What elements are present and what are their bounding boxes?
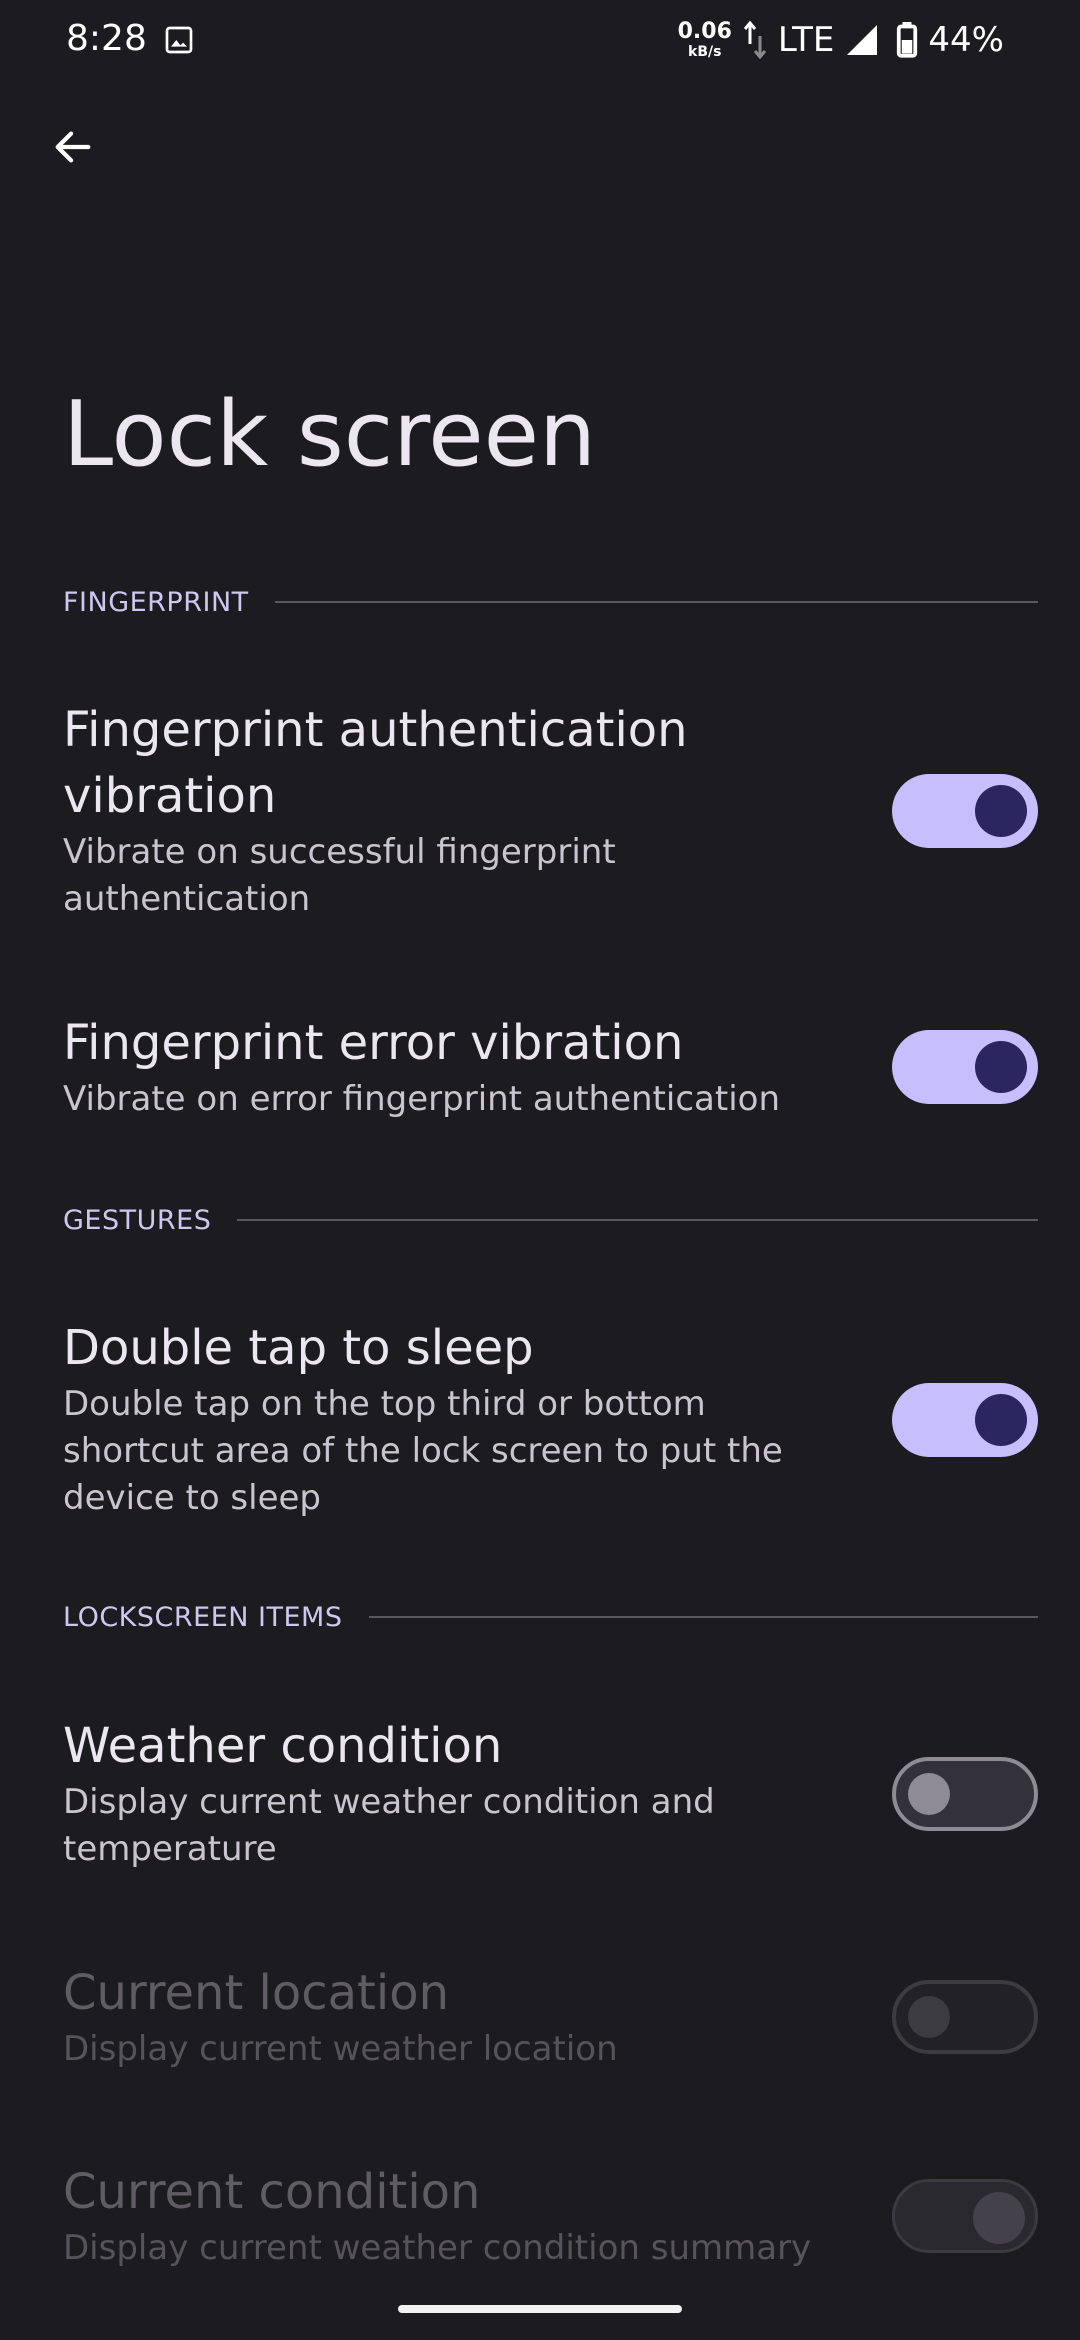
- toggle-knob: [975, 785, 1027, 837]
- network-speed-value: 0.06: [677, 19, 732, 44]
- setting-summary: Vibrate on error fingerprint authenticat…: [63, 1079, 780, 1119]
- toggle-knob: [908, 1773, 950, 1815]
- network-speed: 0.06 kB/s: [677, 19, 732, 60]
- toggle-knob: [975, 1041, 1027, 1093]
- setting-title: Fingerprint authentication vibration: [63, 702, 688, 824]
- toggle-knob: [908, 1996, 950, 2038]
- section-header-label: LOCKSCREEN ITEMS: [63, 1601, 343, 1633]
- toggle-knob: [975, 1394, 1027, 1446]
- setting-summary: Display current weather location: [63, 2029, 618, 2069]
- setting-double-tap-to-sleep[interactable]: Double tap to sleep Double tap on the to…: [63, 1315, 1038, 1522]
- toggle-knob: [973, 2192, 1025, 2244]
- battery-icon: [897, 22, 918, 58]
- toggle-switch[interactable]: [892, 1757, 1038, 1831]
- back-button[interactable]: [44, 118, 102, 176]
- cell-signal-icon: [847, 25, 878, 55]
- image-icon: [165, 26, 193, 54]
- setting-current-condition: Current condition Display current weathe…: [63, 2159, 1038, 2272]
- toggle-switch[interactable]: [892, 1030, 1038, 1104]
- setting-summary: Display current weather condition summar…: [63, 2228, 812, 2268]
- section-header-label: FINGERPRINT: [63, 586, 249, 618]
- network-speed-unit: kB/s: [688, 44, 722, 60]
- setting-title: Double tap to sleep: [63, 1320, 534, 1376]
- status-indicators: 0.06 kB/s LTE 44%: [678, 14, 1004, 66]
- toggle-switch: [892, 2179, 1038, 2253]
- arrow-back-icon: [55, 131, 91, 163]
- status-bar: 8:28 0.06 kB/s LTE 44%: [0, 0, 1080, 80]
- section-header-label: GESTURES: [63, 1204, 212, 1236]
- status-time: 8:28: [66, 18, 147, 59]
- section-divider: [274, 601, 1038, 603]
- setting-fingerprint-error-vibration[interactable]: Fingerprint error vibration Vibrate on e…: [63, 1010, 1038, 1123]
- setting-weather-condition[interactable]: Weather condition Display current weathe…: [63, 1713, 1038, 1873]
- data-activity-icon: [743, 20, 767, 60]
- setting-title: Weather condition: [63, 1718, 503, 1774]
- setting-summary: Double tap on the top third or bottom sh…: [63, 1384, 783, 1518]
- toggle-switch: [892, 1980, 1038, 2054]
- setting-current-location: Current location Display current weather…: [63, 1960, 1038, 2073]
- section-header-fingerprint: FINGERPRINT: [63, 582, 1038, 622]
- section-divider: [237, 1219, 1038, 1221]
- setting-summary: Vibrate on successful fingerprint authen…: [63, 832, 616, 919]
- network-type: LTE: [777, 20, 835, 60]
- toggle-switch[interactable]: [892, 774, 1038, 848]
- battery-percentage: 44%: [928, 20, 1004, 60]
- setting-fingerprint-auth-vibration[interactable]: Fingerprint authentication vibration Vib…: [63, 697, 1038, 923]
- toggle-switch[interactable]: [892, 1383, 1038, 1457]
- section-header-lockscreen-items: LOCKSCREEN ITEMS: [63, 1597, 1038, 1637]
- section-divider: [368, 1616, 1038, 1618]
- gesture-nav-handle[interactable]: [398, 2305, 682, 2313]
- page-title: Lock screen: [63, 382, 597, 487]
- lock-screen-settings: 8:28 0.06 kB/s LTE 44% Lock screen FINGE…: [0, 0, 1080, 2340]
- section-header-gestures: GESTURES: [63, 1200, 1038, 1240]
- setting-summary: Display current weather condition and te…: [63, 1782, 715, 1869]
